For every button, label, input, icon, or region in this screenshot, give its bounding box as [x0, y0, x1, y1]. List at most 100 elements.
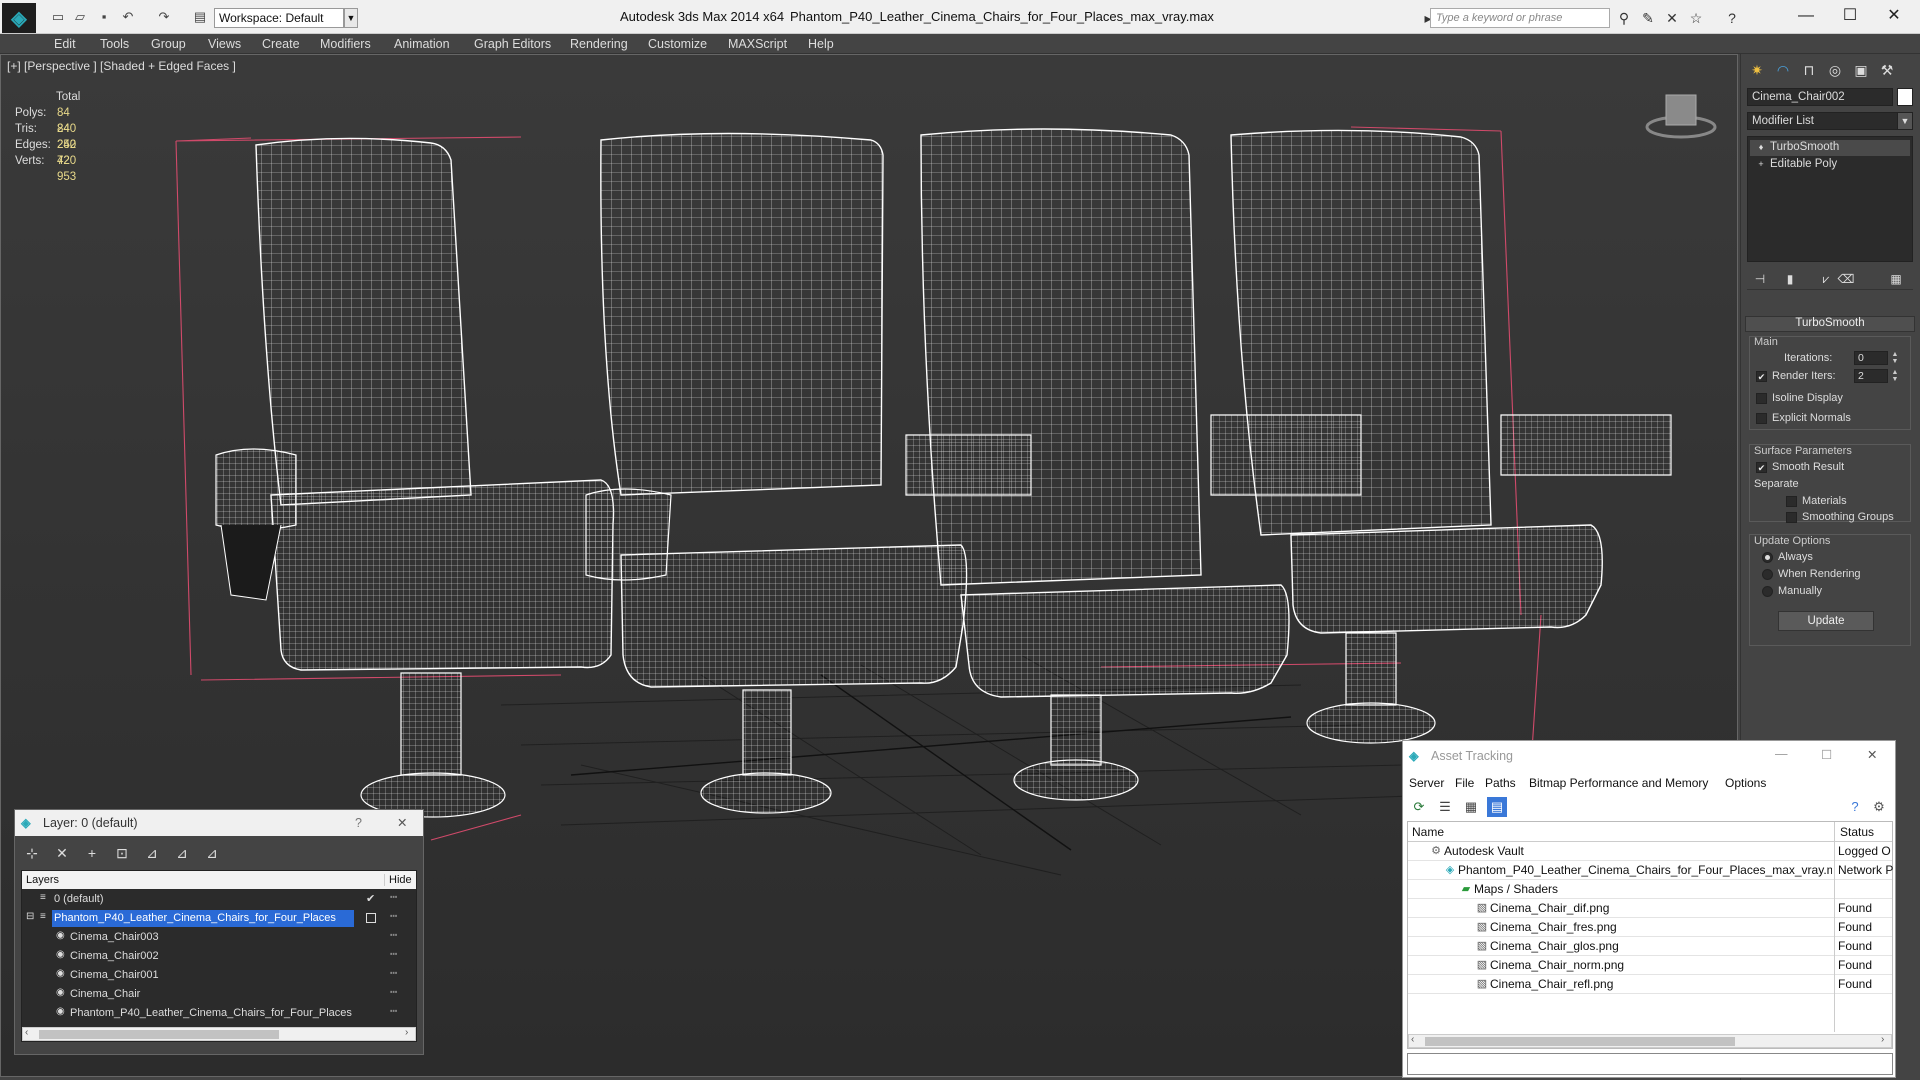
stack-item-editable-poly[interactable]: + Editable Poly	[1750, 157, 1910, 173]
maximize-button[interactable]: ☐	[1830, 4, 1870, 28]
when-rendering-radio[interactable]	[1762, 569, 1773, 580]
menu-paths[interactable]: Paths	[1485, 776, 1516, 790]
render-iters-checkbox[interactable]: ✔	[1756, 371, 1767, 382]
menu-file[interactable]: File	[1455, 776, 1474, 790]
modifier-list-dropdown[interactable]: Modifier List	[1747, 112, 1909, 130]
menu-server[interactable]: Server	[1409, 776, 1444, 790]
refresh-icon[interactable]: ⟳	[1409, 797, 1429, 817]
subscription-icon[interactable]: ✎	[1638, 8, 1658, 28]
redo-icon[interactable]: ↷	[156, 9, 172, 25]
app-logo-icon[interactable]: ◈	[2, 3, 36, 33]
communication-icon[interactable]: ✕	[1662, 8, 1682, 28]
close-icon[interactable]: ✕	[1867, 747, 1877, 762]
explicit-normals-checkbox[interactable]	[1756, 413, 1767, 424]
layer-row[interactable]: ◉ Cinema_Chair002 ┅	[22, 947, 416, 966]
stack-item-turbosmooth[interactable]: ♦ TurboSmooth	[1750, 140, 1910, 156]
layer-row[interactable]: ◉ Phantom_P40_Leather_Cinema_Chairs_for_…	[22, 1004, 416, 1023]
delete-layer-icon[interactable]: ✕	[51, 842, 73, 864]
smoothing-groups-checkbox[interactable]	[1786, 512, 1797, 523]
hide-toggle[interactable]: ┅	[390, 928, 406, 947]
asset-path-field[interactable]	[1407, 1053, 1893, 1075]
menu-maxscript[interactable]: MAXScript	[728, 37, 787, 51]
menu-tools[interactable]: Tools	[100, 37, 129, 51]
hide-column-header[interactable]: Hide	[384, 874, 412, 886]
always-radio[interactable]	[1762, 552, 1773, 563]
maximize-icon[interactable]: ☐	[1821, 747, 1832, 762]
help-icon[interactable]: ?	[355, 816, 362, 830]
lightbulb-icon[interactable]: ♦	[1756, 142, 1766, 152]
scrollbar-thumb[interactable]	[1425, 1037, 1735, 1046]
new-layer-icon[interactable]: ⊹	[21, 842, 43, 864]
freeze-all-layers-icon[interactable]: ⊿	[201, 842, 223, 864]
chevron-down-icon[interactable]: ▼	[1897, 112, 1913, 130]
undo-icon[interactable]: ↶	[120, 9, 136, 25]
highlight-layer-icon[interactable]: ⊿	[141, 842, 163, 864]
asset-row[interactable]: ▧ Cinema_Chair_fres.png Found	[1408, 918, 1892, 937]
collapse-icon[interactable]: ⊟	[26, 911, 34, 922]
remove-modifier-icon[interactable]: ⌫	[1837, 270, 1855, 288]
display-tab-icon[interactable]: ▣	[1849, 58, 1873, 82]
horizontal-scrollbar[interactable]: ‹ ›	[1408, 1034, 1892, 1048]
hide-toggle[interactable]: ┅	[390, 890, 406, 909]
materials-checkbox[interactable]	[1786, 496, 1797, 507]
layer-row[interactable]: ◉ Cinema_Chair ┅	[22, 985, 416, 1004]
save-icon[interactable]: ▪	[96, 9, 112, 25]
hide-toggle[interactable]: ┅	[390, 1004, 406, 1023]
modify-tab-icon[interactable]: ◠	[1771, 58, 1795, 82]
asset-row[interactable]: ▧ Cinema_Chair_dif.png Found	[1408, 899, 1892, 918]
binoculars-icon[interactable]: ⚲	[1614, 8, 1634, 28]
status-column-header[interactable]: Status	[1840, 825, 1874, 839]
new-file-icon[interactable]: ▭	[50, 9, 66, 25]
turbosmooth-rollout-header[interactable]: TurboSmooth	[1745, 316, 1915, 332]
expand-plus-icon[interactable]: +	[1756, 159, 1766, 169]
add-to-layer-icon[interactable]: +	[81, 842, 103, 864]
search-input[interactable]: Type a keyword or phrase	[1430, 8, 1610, 28]
layer-row[interactable]: ◉ Cinema_Chair003 ┅	[22, 928, 416, 947]
active-layer-checkmark-icon[interactable]: ✔	[366, 892, 375, 905]
scroll-right-icon[interactable]: ›	[405, 1027, 408, 1038]
menu-views[interactable]: Views	[208, 37, 241, 51]
project-folder-icon[interactable]: ▤	[192, 9, 208, 25]
close-button[interactable]: ✕	[1874, 4, 1914, 28]
asset-row[interactable]: ▧ Cinema_Chair_refl.png Found	[1408, 975, 1892, 994]
menu-create[interactable]: Create	[262, 37, 300, 51]
menu-graph-editors[interactable]: Graph Editors	[474, 37, 551, 51]
table-view-icon[interactable]: ▤	[1487, 797, 1507, 817]
minimize-icon[interactable]: —	[1775, 747, 1788, 761]
name-column-header[interactable]: Name	[1412, 825, 1444, 839]
asset-row[interactable]: ⚙ Autodesk Vault Logged O	[1408, 842, 1892, 861]
asset-row[interactable]: ▧ Cinema_Chair_glos.png Found	[1408, 937, 1892, 956]
object-color-swatch[interactable]	[1897, 88, 1913, 106]
asset-row[interactable]: ▧ Cinema_Chair_norm.png Found	[1408, 956, 1892, 975]
hide-toggle[interactable]: ┅	[390, 985, 406, 1004]
menu-animation[interactable]: Animation	[394, 37, 450, 51]
select-objects-icon[interactable]: ⊡	[111, 842, 133, 864]
minimize-button[interactable]: —	[1786, 4, 1826, 28]
spinner-arrows-icon[interactable]: ▲ ▼	[1890, 351, 1900, 365]
menu-bitmap-performance[interactable]: Bitmap Performance and Memory	[1529, 776, 1708, 790]
render-iters-spinner[interactable]: 2	[1854, 369, 1888, 383]
menu-group[interactable]: Group	[151, 37, 186, 51]
asset-row[interactable]: ◈ Phantom_P40_Leather_Cinema_Chairs_for_…	[1408, 861, 1893, 880]
layer-row[interactable]: ≡ 0 (default) ✔ ┅	[22, 890, 416, 909]
pin-stack-icon[interactable]: ⊣	[1751, 270, 1769, 288]
menu-modifiers[interactable]: Modifiers	[320, 37, 371, 51]
list-view-icon[interactable]: ☰	[1435, 797, 1455, 817]
hide-toggle[interactable]: ┅	[390, 947, 406, 966]
menu-rendering[interactable]: Rendering	[570, 37, 628, 51]
help-icon[interactable]: ?	[1845, 797, 1865, 817]
menu-help[interactable]: Help	[808, 37, 834, 51]
scrollbar-thumb[interactable]	[39, 1030, 279, 1039]
layers-column-header[interactable]: Layers	[26, 874, 59, 886]
hide-toggle[interactable]: ┅	[390, 909, 406, 928]
horizontal-scrollbar[interactable]: ‹ ›	[22, 1027, 416, 1041]
make-unique-icon[interactable]: ⩗	[1817, 270, 1835, 288]
show-end-result-icon[interactable]: ▮	[1781, 270, 1799, 288]
thumbnail-view-icon[interactable]: ▦	[1461, 797, 1481, 817]
menu-edit[interactable]: Edit	[54, 37, 76, 51]
hierarchy-tab-icon[interactable]: ⊓	[1797, 58, 1821, 82]
manually-radio[interactable]	[1762, 586, 1773, 597]
help-icon[interactable]: ?	[1722, 8, 1742, 28]
isoline-checkbox[interactable]	[1756, 393, 1767, 404]
open-file-icon[interactable]: ▱	[72, 9, 88, 25]
